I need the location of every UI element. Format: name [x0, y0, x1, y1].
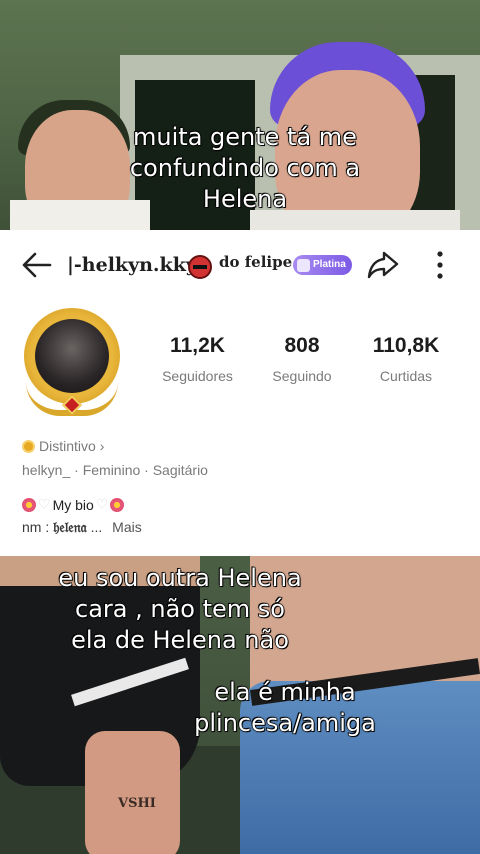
bio-text: nm : 𝔥𝔢𝔩𝔢𝔫𝔞 ... Mais [22, 519, 142, 536]
flower-icon [110, 497, 125, 512]
person-left-leg [85, 731, 180, 854]
stat-following-label: Seguindo [272, 368, 332, 384]
distintivo-label: Distintivo [39, 438, 96, 454]
no-smoking-icon [188, 255, 212, 279]
profile-nav-bar: |-helkyn.kky do felipe Platina [0, 242, 480, 288]
stat-followers[interactable]: 11,2K Seguidores [150, 334, 245, 384]
platina-badge[interactable]: Platina [293, 255, 352, 275]
caption-middle-line-2: cara , não tem só [74, 594, 285, 623]
flower-icon [22, 497, 36, 512]
profile-info-line: helkyn_ · Feminino · Sagitário [22, 462, 208, 478]
caption-middle-line-1: eu sou outra Helena [58, 563, 303, 592]
chevron-right-icon: › [99, 438, 105, 454]
stat-followers-label: Seguidores [162, 368, 233, 384]
stat-followers-value: 11,2K [170, 334, 225, 357]
more-vertical-icon[interactable] [432, 248, 448, 282]
caption-lower-line-1: ela é minha [214, 677, 357, 706]
bio-more-button[interactable]: Mais [112, 519, 142, 535]
bio-ellipsis: ... [90, 519, 103, 535]
caption-lower-line-2: plincesa/amiga [194, 708, 377, 737]
stat-likes-label: Curtidas [379, 368, 433, 384]
avatar[interactable] [16, 302, 128, 420]
bio-title: ♡ My bio ♡ [22, 496, 125, 513]
white-heart-icon: ♡ [95, 496, 109, 512]
caption-top-line-1: muita gente tá me [132, 122, 357, 151]
stat-likes-value: 110,8K [372, 334, 440, 357]
white-heart-icon: ♡ [38, 496, 51, 512]
distintivo-link[interactable]: Distintivo › [22, 438, 104, 454]
stat-following-value: 808 [284, 334, 320, 357]
profile-name-tag: do felipe [219, 253, 293, 271]
caption-top-line-3: Helena [202, 184, 288, 213]
profile-card: |-helkyn.kky do felipe Platina 11,2K Seg… [0, 230, 480, 556]
profile-username: |-helkyn.kky [67, 254, 197, 276]
stat-likes[interactable]: 110,8K Curtidas [365, 334, 447, 384]
back-arrow-icon[interactable] [20, 250, 54, 280]
distintivo-badge-icon [22, 439, 35, 453]
platina-gem-icon [297, 258, 310, 272]
caption-lower: ela é minha plincesa/amiga [170, 677, 400, 739]
bio-prefix: nm : [22, 519, 54, 535]
share-icon[interactable] [366, 248, 400, 280]
leg-tattoo: VSHI [118, 796, 156, 811]
bio-name: 𝔥𝔢𝔩𝔢𝔫𝔞 [53, 520, 87, 536]
caption-top-line-2: confundindo com a [129, 153, 361, 182]
stat-following[interactable]: 808 Seguindo [262, 334, 342, 384]
bio-title-text: My bio [52, 496, 94, 513]
caption-middle-line-3: ela de Helena não [70, 625, 289, 654]
caption-top: muita gente tá me confundindo com a Hele… [100, 122, 390, 215]
platina-badge-label: Platina [313, 259, 346, 270]
caption-middle: eu sou outra Helena cara , não tem só el… [30, 563, 330, 656]
